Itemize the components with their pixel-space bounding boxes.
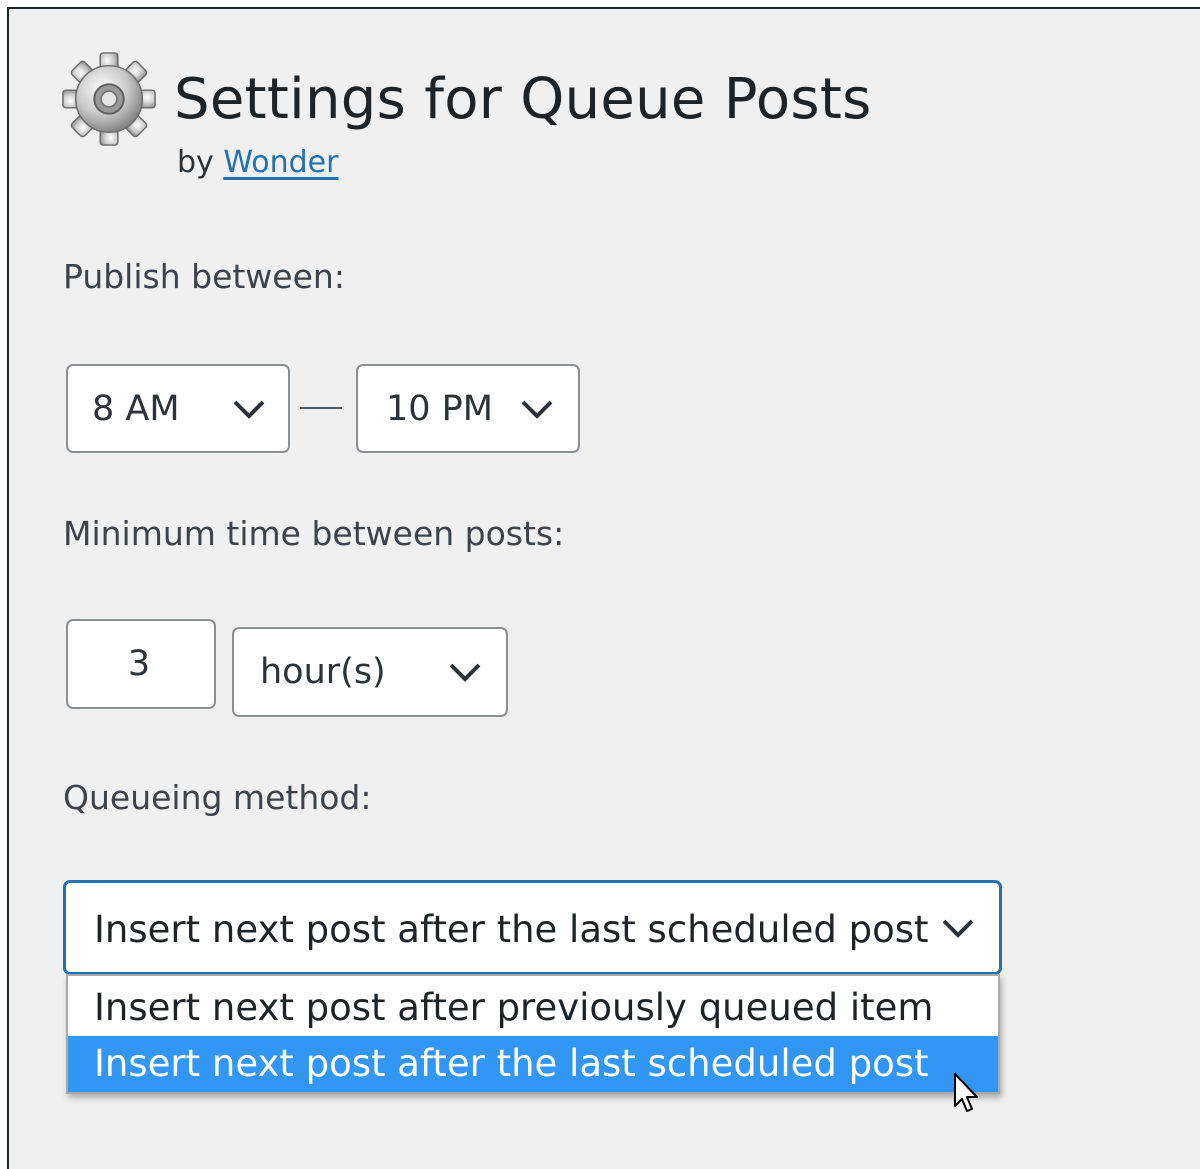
mouse-cursor-icon: [954, 1073, 978, 1112]
min-time-label: Minimum time between posts:: [63, 514, 565, 553]
page-title: Settings for Queue Posts: [174, 67, 872, 132]
queueing-method-label: Queueing method:: [63, 778, 372, 817]
publish-start-value: 8 AM: [92, 388, 180, 429]
gear-icon: [62, 52, 156, 146]
byline-prefix: by: [177, 145, 214, 180]
interval-unit-value: hour(s): [260, 652, 386, 692]
queueing-method-select[interactable]: Insert next post after the last schedule…: [63, 880, 1002, 975]
queueing-option-highlighted[interactable]: Insert next post after the last schedule…: [68, 1036, 998, 1092]
chevron-down-icon: [449, 663, 481, 682]
queueing-options-list: Insert next post after previously queued…: [66, 974, 1000, 1094]
publish-end-value: 10 PM: [386, 388, 493, 429]
queueing-method-value: Insert next post after the last schedule…: [94, 908, 929, 951]
range-separator: [300, 407, 342, 409]
byline: by Wonder: [177, 144, 338, 182]
publish-start-select[interactable]: 8 AM: [66, 364, 290, 453]
chevron-down-icon: [521, 400, 553, 419]
queueing-option[interactable]: Insert next post after previously queued…: [68, 980, 998, 1036]
publish-end-select[interactable]: 10 PM: [356, 364, 580, 453]
interval-unit-select[interactable]: hour(s): [232, 627, 508, 717]
publish-between-label: Publish between:: [63, 257, 345, 296]
chevron-down-icon: [233, 400, 265, 419]
interval-number-input[interactable]: 3: [66, 619, 216, 709]
author-link[interactable]: Wonder: [223, 145, 338, 180]
chevron-down-icon: [942, 919, 974, 938]
